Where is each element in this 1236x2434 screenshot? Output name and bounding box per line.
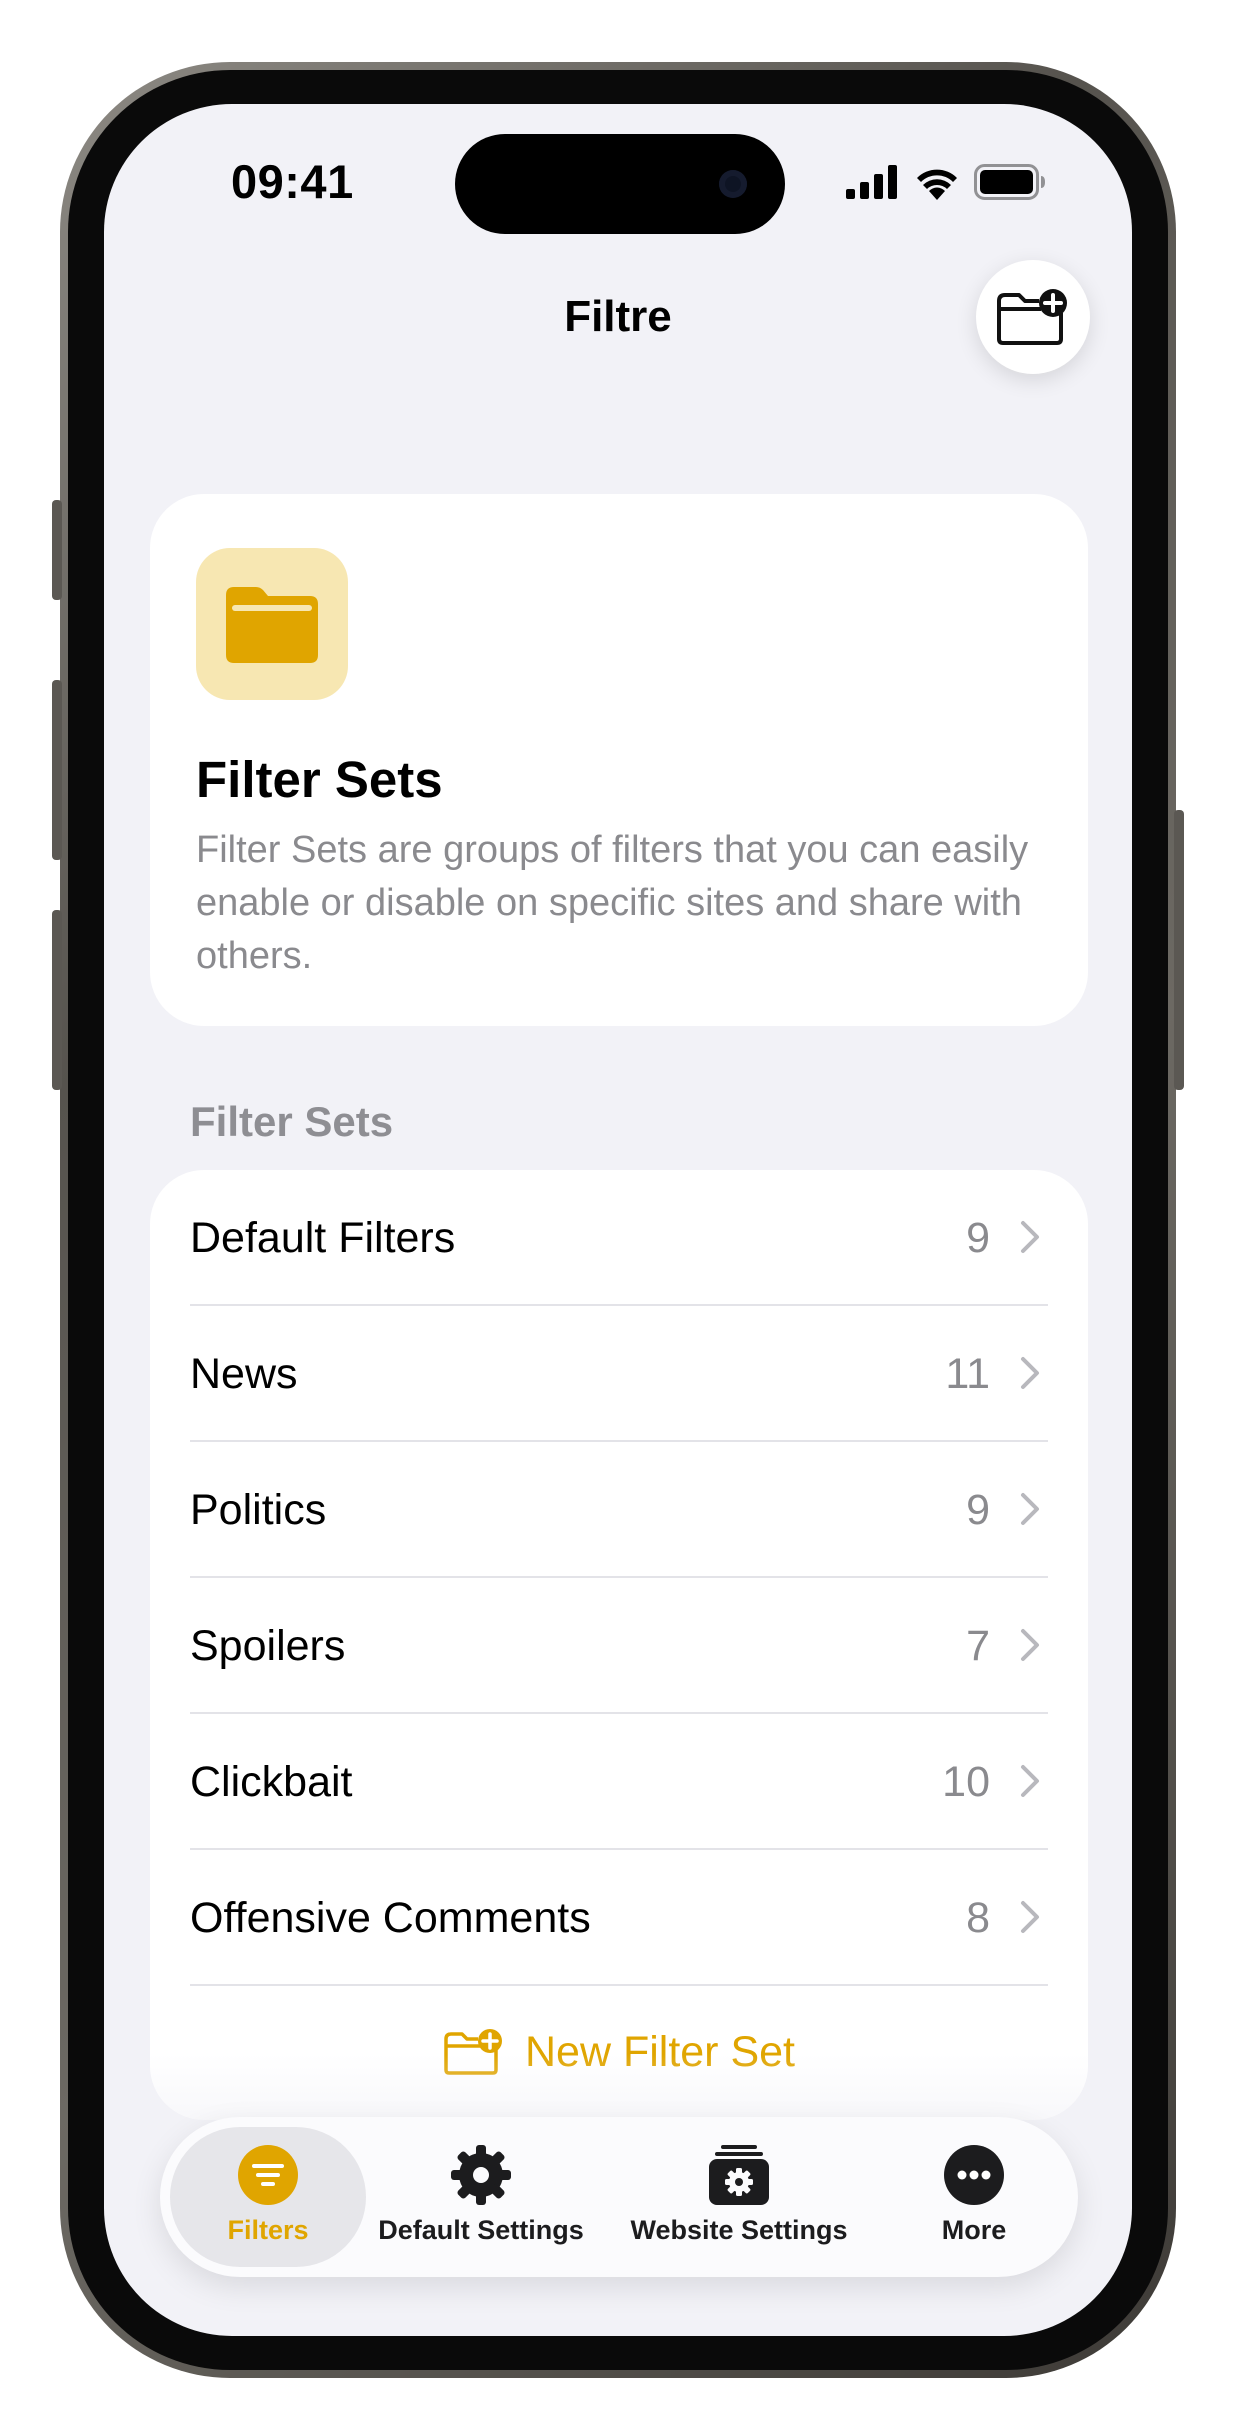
- row-label: Spoilers: [190, 1622, 346, 1670]
- row-count: 9: [966, 1214, 990, 1262]
- list-item-clickbait[interactable]: Clickbait 10: [190, 1714, 1048, 1850]
- app-screen: 09:41 Filtre Filter Sets Filter Sets are…: [104, 104, 1132, 2336]
- row-label: News: [190, 1350, 298, 1398]
- tab-website-settings[interactable]: Website Settings: [614, 2127, 864, 2267]
- side-button: [1174, 810, 1184, 1090]
- filter-circle-icon: [236, 2143, 300, 2207]
- filter-sets-info-card: Filter Sets Filter Sets are groups of fi…: [150, 494, 1088, 1026]
- list-item-spoilers[interactable]: Spoilers 7: [190, 1578, 1048, 1714]
- info-card-title: Filter Sets: [196, 751, 443, 808]
- tab-more[interactable]: More: [884, 2127, 1064, 2267]
- chevron-right-icon: [1021, 1221, 1039, 1253]
- status-icons: [846, 162, 1046, 202]
- folder-badge-plus-icon: [997, 289, 1067, 345]
- folder-icon: [226, 587, 318, 663]
- list-item-offensive-comments[interactable]: Offensive Comments 8: [190, 1850, 1048, 1986]
- row-count: 10: [942, 1758, 990, 1806]
- tab-label: Website Settings: [630, 2215, 848, 2245]
- tab-label: Filters: [227, 2215, 309, 2245]
- row-count: 9: [966, 1486, 990, 1534]
- gear-icon: [449, 2143, 513, 2207]
- row-count: 8: [966, 1894, 990, 1942]
- volume-up-button: [52, 680, 62, 860]
- cellular-signal-icon: [846, 165, 897, 199]
- row-label: Politics: [190, 1486, 327, 1534]
- wifi-icon: [917, 169, 957, 200]
- camera-icon: [719, 170, 747, 198]
- row-label: Offensive Comments: [190, 1894, 591, 1942]
- chevron-right-icon: [1021, 1357, 1039, 1389]
- tab-default-settings[interactable]: Default Settings: [366, 2127, 596, 2267]
- tab-filters[interactable]: Filters: [170, 2127, 366, 2267]
- new-filter-set-toolbar-button[interactable]: [976, 260, 1090, 374]
- chevron-right-icon: [1021, 1765, 1039, 1797]
- filter-sets-list: Default Filters 9 News 11 Politics 9 Spo…: [150, 1170, 1088, 2120]
- tab-bar: Filters Default Settings Website Setting…: [160, 2117, 1078, 2277]
- battery-icon: [974, 164, 1045, 200]
- row-count: 7: [966, 1622, 990, 1670]
- list-item-politics[interactable]: Politics 9: [190, 1442, 1048, 1578]
- chevron-right-icon: [1021, 1629, 1039, 1661]
- row-label: Default Filters: [190, 1214, 456, 1262]
- row-label: Clickbait: [190, 1758, 353, 1806]
- action-button: [52, 500, 62, 600]
- info-card-description: Filter Sets are groups of filters that y…: [196, 829, 1029, 977]
- tab-label: More: [941, 2215, 1007, 2245]
- row-count: 11: [945, 1350, 990, 1398]
- chevron-right-icon: [1021, 1901, 1039, 1933]
- chevron-right-icon: [1021, 1493, 1039, 1525]
- dynamic-island: [455, 134, 785, 234]
- info-icon-tile: [196, 548, 348, 700]
- list-item-default-filters[interactable]: Default Filters 9: [190, 1170, 1048, 1306]
- volume-down-button: [52, 910, 62, 1090]
- divider: [190, 1984, 1048, 1986]
- list-item-news[interactable]: News 11: [190, 1306, 1048, 1442]
- ellipsis-circle-icon: [942, 2143, 1006, 2207]
- tab-label: Default Settings: [378, 2215, 584, 2245]
- status-time: 09:41: [231, 155, 354, 208]
- gear-stack-icon: [707, 2143, 771, 2207]
- section-header: Filter Sets: [190, 1098, 394, 1145]
